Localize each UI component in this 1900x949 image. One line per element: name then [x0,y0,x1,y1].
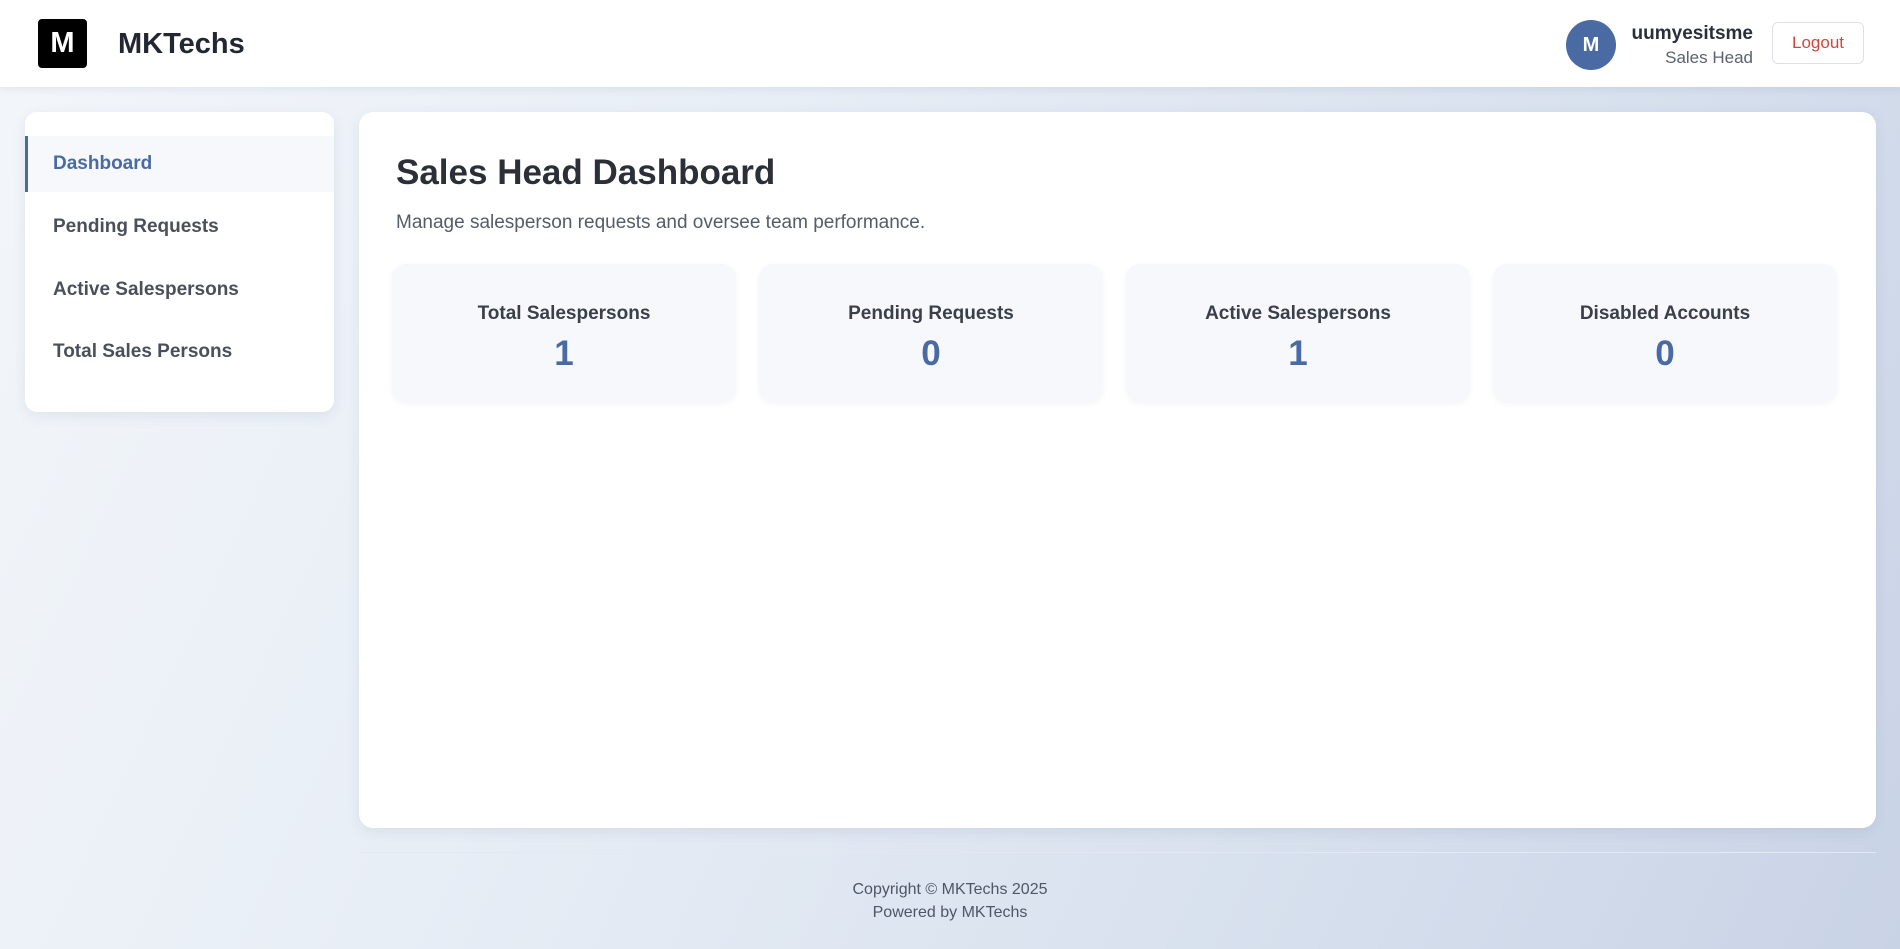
sidebar-item-total-sales-persons[interactable]: Total Sales Persons [25,324,334,380]
user-avatar[interactable]: M [1566,20,1616,70]
footer-divider [359,852,1876,853]
stat-value: 0 [1655,334,1675,373]
logout-button[interactable]: Logout [1772,22,1864,64]
stat-value: 0 [921,334,941,373]
sidebar-item-dashboard[interactable]: Dashboard [25,136,334,192]
stat-label: Pending Requests [848,303,1014,324]
stat-value: 1 [554,334,574,373]
main-panel: Sales Head Dashboard Manage salesperson … [359,112,1876,828]
page-title: Sales Head Dashboard [396,153,776,192]
sidebar: Dashboard Pending Requests Active Salesp… [25,112,334,412]
stat-label: Total Salespersons [477,303,651,324]
footer-powered-by: Powered by MKTechs [872,904,1028,921]
brand-logo[interactable]: M [38,19,87,68]
stat-card-disabled-accounts: Disabled Accounts 0 [1493,264,1837,402]
stat-value: 1 [1288,334,1308,373]
user-name: uumyesitsme [1631,23,1753,44]
sidebar-item-active-salespersons[interactable]: Active Salespersons [25,262,334,318]
stat-card-pending-requests: Pending Requests 0 [759,264,1103,402]
footer-copyright: Copyright © MKTechs 2025 [852,881,1048,898]
app-header: M MKTechs M uumyesitsme Sales Head Logou… [0,0,1900,87]
page-subtitle: Manage salesperson requests and oversee … [396,212,926,233]
stat-label: Disabled Accounts [1579,303,1751,324]
stat-card-total-salespersons: Total Salespersons 1 [392,264,736,402]
user-role: Sales Head [1665,48,1753,67]
stat-card-active-salespersons: Active Salespersons 1 [1126,264,1470,402]
sidebar-item-pending-requests[interactable]: Pending Requests [25,199,334,255]
brand-name[interactable]: MKTechs [118,26,245,62]
stat-label: Active Salespersons [1205,303,1391,324]
